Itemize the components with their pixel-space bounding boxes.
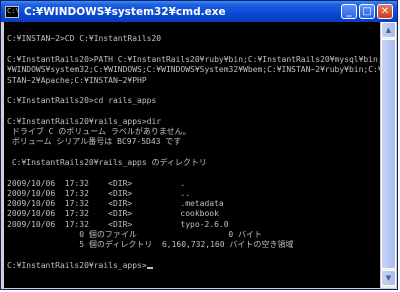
text-cursor (146, 266, 153, 269)
console-line: C:¥InstantRails20>PATH C:¥InstantRails20… (7, 54, 380, 64)
console-line: 2009/10/06 17:32 <DIR> typo-2.6.0 (7, 219, 229, 229)
title-bar[interactable]: C:\ C:¥WINDOWS¥system32¥cmd.exe _ □ ✕ (1, 1, 397, 22)
console-line: 2009/10/06 17:32 <DIR> cookbook (7, 209, 219, 219)
cmd-app-icon[interactable]: C:\ (5, 5, 20, 18)
minimize-button[interactable]: _ (341, 4, 357, 19)
window-title: C:¥WINDOWS¥system32¥cmd.exe (24, 5, 226, 18)
console-line: C:¥InstantRails20¥rails_apps> (7, 261, 153, 271)
console-line: C:¥INSTAN~2>CD C:¥InstantRails20 (7, 34, 162, 44)
minimize-icon: _ (346, 5, 352, 17)
scroll-down-arrow-icon: ▼ (385, 273, 392, 282)
scroll-down-button[interactable]: ▼ (381, 270, 396, 286)
console-line: C:¥InstantRails20>cd rails_apps (7, 96, 157, 106)
maximize-icon: □ (362, 5, 372, 17)
console-line: ボリューム シリアル番号は BC97-5D43 です (7, 137, 182, 147)
console-output[interactable]: C:¥INSTAN~2>CD C:¥InstantRails20 C:¥Insta… (4, 22, 380, 288)
console-line: 2009/10/06 17:32 <DIR> .metadata (7, 199, 224, 209)
scroll-up-arrow-icon: ▲ (385, 25, 392, 34)
console-line: ¥WINDOWS¥system32;C:¥WINDOWS;C:¥WINDOWS¥… (7, 65, 380, 75)
maximize-button[interactable]: □ (359, 4, 375, 19)
vertical-scrollbar[interactable]: ▲ ▼ (380, 22, 396, 288)
console-line: 2009/10/06 17:32 <DIR> .. (7, 188, 191, 198)
console-line: 5 個のディレクトリ 6,160,732,160 バイトの空き領域 (7, 240, 294, 250)
console-line: C:¥InstantRails20¥rails_apps のディレクトリ (7, 157, 207, 167)
scroll-thumb[interactable] (381, 39, 396, 269)
cmd-window: C:\ C:¥WINDOWS¥system32¥cmd.exe _ □ ✕ C:… (0, 0, 398, 290)
cmd-app-icon-label: C:\ (7, 7, 20, 15)
close-icon: ✕ (380, 5, 390, 17)
scroll-up-button[interactable]: ▲ (381, 22, 396, 38)
close-button[interactable]: ✕ (377, 4, 393, 19)
console-line: 0 個のファイル 0 バイト (7, 230, 263, 239)
console-line: STAN~2¥Apache;C:¥INSTAN~2¥PHP (7, 75, 147, 85)
console-line: 2009/10/06 17:32 <DIR> . (7, 178, 186, 188)
console-line: C:¥InstantRails20¥rails_apps>dir (7, 116, 162, 126)
console-line: ドライブ C のボリューム ラベルがありません。 (7, 127, 191, 136)
